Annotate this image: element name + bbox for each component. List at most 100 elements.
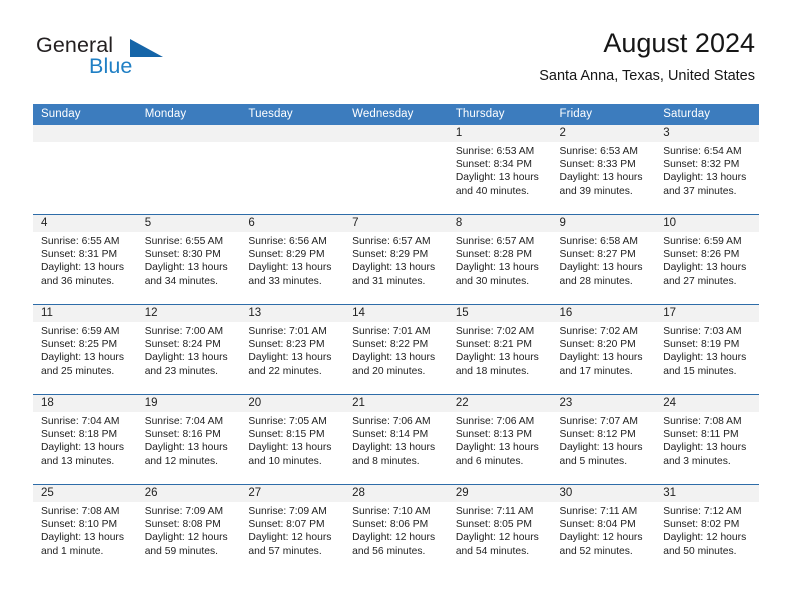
logo-text-blue: Blue <box>89 54 133 78</box>
day-cell[interactable]: 6 Sunrise: 6:56 AM Sunset: 8:29 PM Dayli… <box>240 214 345 305</box>
day-details: Sunrise: 7:10 AM Sunset: 8:06 PM Dayligh… <box>344 502 448 558</box>
day-details: Sunrise: 6:55 AM Sunset: 8:30 PM Dayligh… <box>137 232 241 288</box>
day-details: Sunrise: 7:01 AM Sunset: 8:22 PM Dayligh… <box>344 322 448 378</box>
day-cell[interactable]: 2 Sunrise: 6:53 AM Sunset: 8:33 PM Dayli… <box>551 125 656 215</box>
day-details: Sunrise: 7:04 AM Sunset: 8:16 PM Dayligh… <box>137 412 241 468</box>
sunrise-text: Sunrise: 7:00 AM <box>144 326 224 337</box>
day-details: Sunrise: 7:02 AM Sunset: 8:21 PM Dayligh… <box>448 322 552 378</box>
sunset-text: Sunset: 8:08 PM <box>144 519 221 531</box>
weekday-header-wednesday: Wednesday <box>344 104 448 125</box>
sunrise-text: Sunrise: 7:12 AM <box>663 506 742 517</box>
daylight-text-line2: and 8 minutes. <box>352 455 420 467</box>
day-cell[interactable]: 29 Sunrise: 7:11 AM Sunset: 8:05 PM Dayl… <box>447 484 552 574</box>
day-cell[interactable]: 16 Sunrise: 7:02 AM Sunset: 8:20 PM Dayl… <box>551 304 656 395</box>
day-number: 9 <box>551 215 656 232</box>
sunset-text: Sunset: 8:10 PM <box>41 519 118 531</box>
day-details: Sunrise: 6:59 AM Sunset: 8:26 PM Dayligh… <box>655 232 759 288</box>
sunrise-text: Sunrise: 7:09 AM <box>144 506 224 517</box>
day-number: 25 <box>33 485 137 502</box>
day-cell[interactable]: 14 Sunrise: 7:01 AM Sunset: 8:22 PM Dayl… <box>344 304 448 395</box>
sunset-text: Sunset: 8:07 PM <box>248 519 325 531</box>
sunset-text: Sunset: 8:20 PM <box>559 339 636 351</box>
title-block: August 2024 Santa Anna, Texas, United St… <box>539 28 755 85</box>
day-number: 31 <box>655 485 759 502</box>
general-blue-logo[interactable]: General Blue <box>36 34 266 91</box>
daylight-text-line1: Daylight: 13 hours <box>559 262 643 274</box>
day-cell[interactable]: 17 Sunrise: 7:03 AM Sunset: 8:19 PM Dayl… <box>655 304 759 395</box>
day-cell[interactable]: 20 Sunrise: 7:05 AM Sunset: 8:15 PM Dayl… <box>240 394 345 485</box>
day-cell[interactable]: 26 Sunrise: 7:09 AM Sunset: 8:08 PM Dayl… <box>136 484 241 574</box>
sunset-text: Sunset: 8:14 PM <box>352 429 429 441</box>
day-cell[interactable]: 1 Sunrise: 6:53 AM Sunset: 8:34 PM Dayli… <box>447 125 552 215</box>
sunrise-text: Sunrise: 7:01 AM <box>248 326 327 337</box>
day-cell[interactable]: 19 Sunrise: 7:04 AM Sunset: 8:16 PM Dayl… <box>136 394 241 485</box>
sunrise-text: Sunrise: 6:58 AM <box>559 236 638 247</box>
daylight-text-line2: and 34 minutes. <box>144 275 218 287</box>
day-cell[interactable]: 30 Sunrise: 7:11 AM Sunset: 8:04 PM Dayl… <box>551 484 656 574</box>
day-cell[interactable]: 3 Sunrise: 6:54 AM Sunset: 8:32 PM Dayli… <box>655 125 759 215</box>
daylight-text-line1: Daylight: 13 hours <box>352 442 436 454</box>
week-row: 25 Sunrise: 7:08 AM Sunset: 8:10 PM Dayl… <box>33 484 759 574</box>
daylight-text-line1: Daylight: 13 hours <box>455 352 539 364</box>
week-row: 18 Sunrise: 7:04 AM Sunset: 8:18 PM Dayl… <box>33 394 759 485</box>
day-details <box>33 142 137 145</box>
day-cell[interactable]: 28 Sunrise: 7:10 AM Sunset: 8:06 PM Dayl… <box>344 484 448 574</box>
day-cell[interactable]: 15 Sunrise: 7:02 AM Sunset: 8:21 PM Dayl… <box>447 304 552 395</box>
daylight-text-line1: Daylight: 13 hours <box>455 442 539 454</box>
sunset-text: Sunset: 8:04 PM <box>559 519 636 531</box>
day-number: 26 <box>136 485 241 502</box>
daylight-text-line1: Daylight: 12 hours <box>144 532 228 544</box>
daylight-text-line1: Daylight: 13 hours <box>248 442 332 454</box>
day-cell[interactable]: 10 Sunrise: 6:59 AM Sunset: 8:26 PM Dayl… <box>655 214 759 305</box>
daylight-text-line2: and 23 minutes. <box>144 365 218 377</box>
daylight-text-line1: Daylight: 13 hours <box>663 352 747 364</box>
day-cell[interactable]: 9 Sunrise: 6:58 AM Sunset: 8:27 PM Dayli… <box>551 214 656 305</box>
sunrise-text: Sunrise: 6:59 AM <box>663 236 742 247</box>
daylight-text-line1: Daylight: 13 hours <box>455 262 539 274</box>
week-row: 4 Sunrise: 6:55 AM Sunset: 8:31 PM Dayli… <box>33 214 759 305</box>
sunset-text: Sunset: 8:29 PM <box>352 249 429 261</box>
day-cell[interactable]: 11 Sunrise: 6:59 AM Sunset: 8:25 PM Dayl… <box>33 304 137 395</box>
day-details: Sunrise: 6:56 AM Sunset: 8:29 PM Dayligh… <box>240 232 344 288</box>
page-title: August 2024 <box>603 28 755 58</box>
sunrise-text: Sunrise: 7:08 AM <box>41 506 120 517</box>
sunset-text: Sunset: 8:31 PM <box>41 249 118 261</box>
sunrise-text: Sunrise: 6:53 AM <box>455 146 535 157</box>
day-cell[interactable] <box>136 125 241 215</box>
day-cell[interactable]: 8 Sunrise: 6:57 AM Sunset: 8:28 PM Dayli… <box>447 214 552 305</box>
day-cell[interactable]: 12 Sunrise: 7:00 AM Sunset: 8:24 PM Dayl… <box>136 304 241 395</box>
day-cell[interactable]: 31 Sunrise: 7:12 AM Sunset: 8:02 PM Dayl… <box>655 484 759 574</box>
daylight-text-line2: and 59 minutes. <box>144 545 218 557</box>
day-details: Sunrise: 6:57 AM Sunset: 8:28 PM Dayligh… <box>448 232 552 288</box>
day-cell[interactable]: 25 Sunrise: 7:08 AM Sunset: 8:10 PM Dayl… <box>33 484 137 574</box>
day-cell[interactable]: 23 Sunrise: 7:07 AM Sunset: 8:12 PM Dayl… <box>551 394 656 485</box>
day-cell[interactable]: 5 Sunrise: 6:55 AM Sunset: 8:30 PM Dayli… <box>136 214 241 305</box>
daylight-text-line2: and 27 minutes. <box>663 275 737 287</box>
day-cell[interactable]: 27 Sunrise: 7:09 AM Sunset: 8:07 PM Dayl… <box>240 484 345 574</box>
weekday-header-sunday: Sunday <box>33 104 137 125</box>
day-cell[interactable]: 24 Sunrise: 7:08 AM Sunset: 8:11 PM Dayl… <box>655 394 759 485</box>
day-number: 22 <box>447 395 552 412</box>
daylight-text-line1: Daylight: 13 hours <box>144 442 228 454</box>
day-cell[interactable]: 21 Sunrise: 7:06 AM Sunset: 8:14 PM Dayl… <box>344 394 448 485</box>
day-cell[interactable]: 13 Sunrise: 7:01 AM Sunset: 8:23 PM Dayl… <box>240 304 345 395</box>
daylight-text-line1: Daylight: 13 hours <box>559 442 643 454</box>
day-cell[interactable] <box>240 125 345 215</box>
daylight-text-line1: Daylight: 13 hours <box>41 532 124 544</box>
day-cell[interactable] <box>33 125 137 215</box>
day-cell[interactable]: 18 Sunrise: 7:04 AM Sunset: 8:18 PM Dayl… <box>33 394 137 485</box>
sunset-text: Sunset: 8:16 PM <box>144 429 221 441</box>
day-cell[interactable]: 7 Sunrise: 6:57 AM Sunset: 8:29 PM Dayli… <box>344 214 448 305</box>
day-number: 23 <box>551 395 656 412</box>
day-cell[interactable]: 22 Sunrise: 7:06 AM Sunset: 8:13 PM Dayl… <box>447 394 552 485</box>
daylight-text-line1: Daylight: 13 hours <box>559 352 643 364</box>
daylight-text-line1: Daylight: 13 hours <box>144 262 228 274</box>
sunrise-text: Sunrise: 6:59 AM <box>41 326 120 337</box>
day-cell[interactable]: 4 Sunrise: 6:55 AM Sunset: 8:31 PM Dayli… <box>33 214 137 305</box>
sunset-text: Sunset: 8:22 PM <box>352 339 429 351</box>
day-number: 5 <box>136 215 241 232</box>
sunrise-text: Sunrise: 7:09 AM <box>248 506 327 517</box>
daylight-text-line1: Daylight: 12 hours <box>663 532 747 544</box>
day-cell[interactable] <box>344 125 448 215</box>
day-details: Sunrise: 7:12 AM Sunset: 8:02 PM Dayligh… <box>655 502 759 558</box>
